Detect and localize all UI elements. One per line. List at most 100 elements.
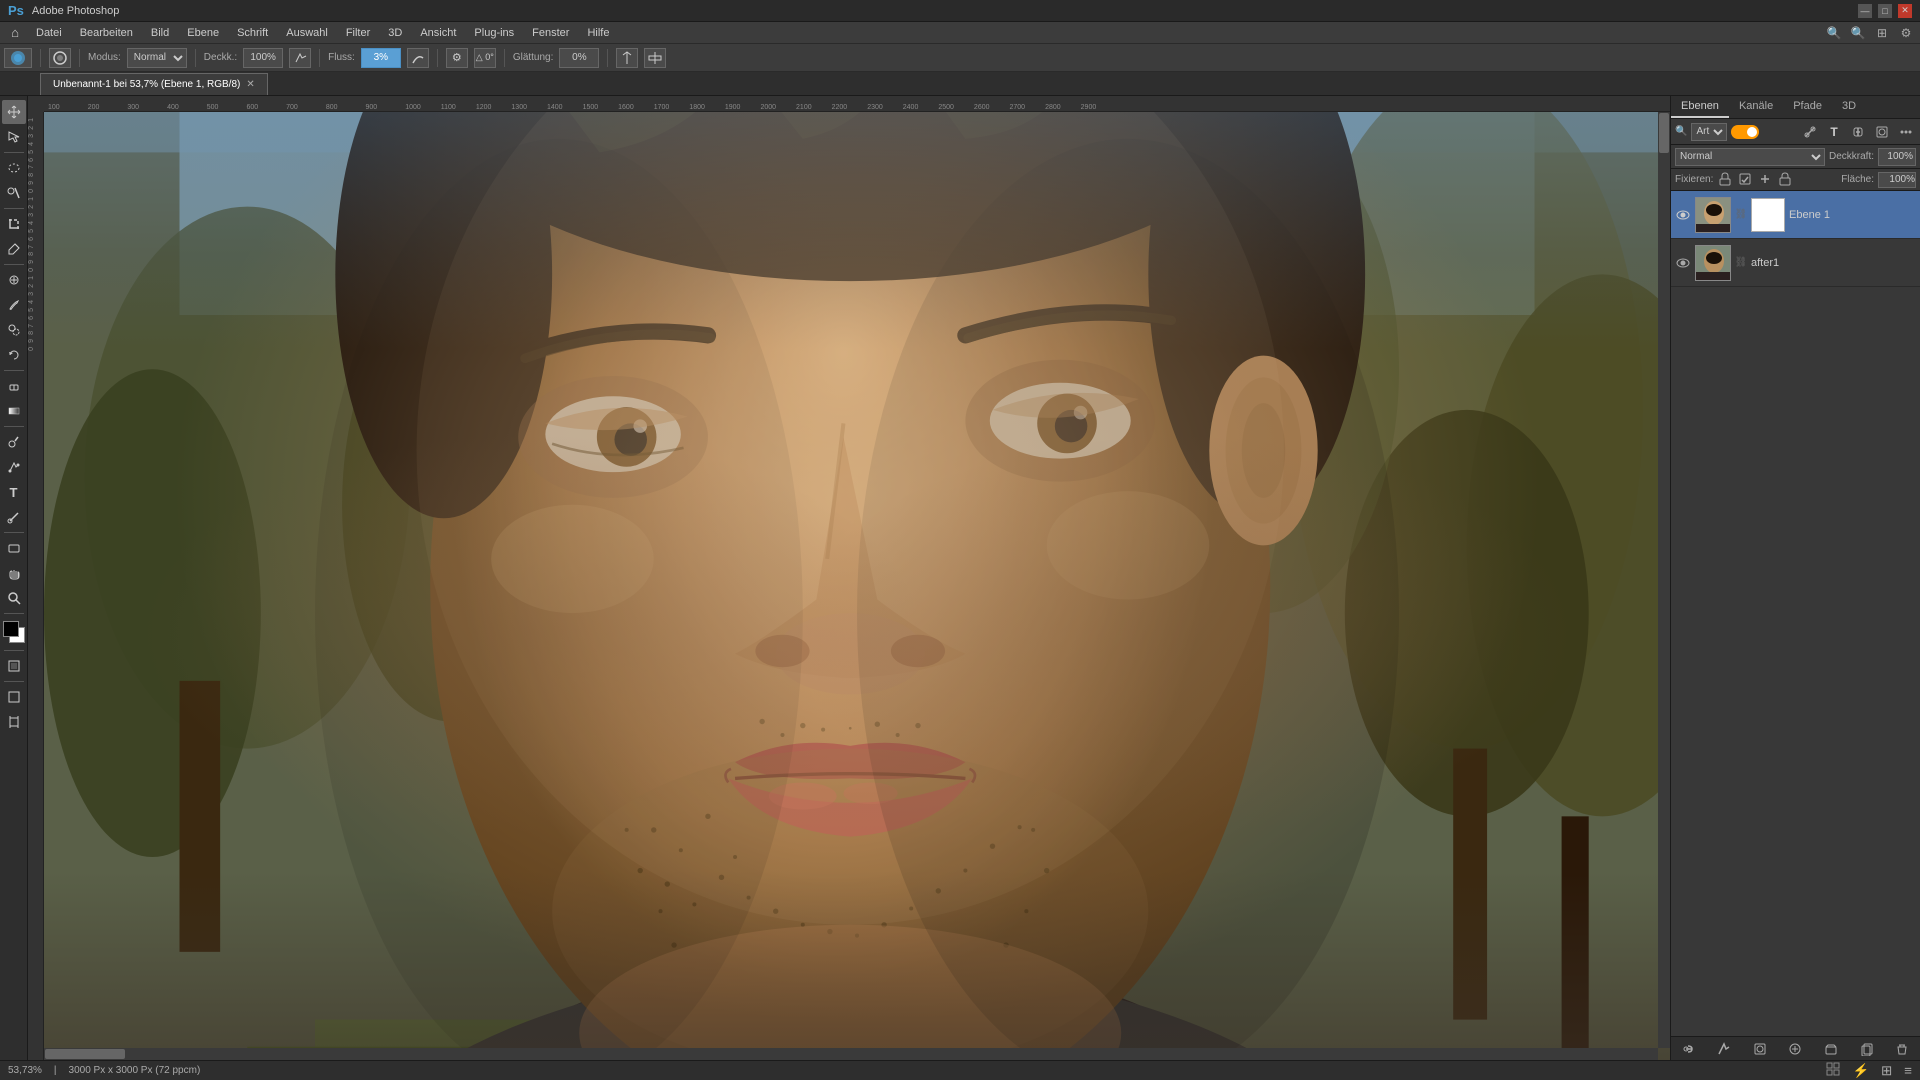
status-settings-btn[interactable] — [1826, 1062, 1840, 1079]
menu-datei[interactable]: Datei — [28, 25, 70, 41]
menu-ansicht[interactable]: Ansicht — [412, 25, 464, 41]
search-icon2[interactable]: 🔍 — [1848, 23, 1868, 43]
menu-schrift[interactable]: Schrift — [229, 25, 276, 41]
opacity-value-input[interactable] — [1878, 148, 1916, 166]
brush-tool[interactable] — [2, 293, 26, 317]
brush-shape-btn[interactable] — [49, 48, 71, 68]
mask-mode-btn[interactable] — [2, 654, 26, 678]
lock-image-btn[interactable] — [1737, 172, 1753, 188]
settings-btn2[interactable]: ⚙ — [446, 48, 468, 68]
lasso-tool[interactable] — [2, 156, 26, 180]
filter-toggle[interactable] — [1731, 125, 1759, 139]
delete-layer-btn[interactable] — [1892, 1039, 1912, 1059]
menu-fenster[interactable]: Fenster — [524, 25, 577, 41]
filter-type-select[interactable]: Art — [1691, 123, 1726, 141]
flow-input[interactable] — [361, 48, 401, 68]
hand-tool[interactable] — [2, 561, 26, 585]
layer-type-btn[interactable]: T — [1824, 122, 1844, 142]
opacity-input[interactable] — [243, 48, 283, 68]
tab-close-btn[interactable]: ✕ — [246, 79, 254, 90]
horizontal-scrollbar[interactable] — [44, 1048, 1658, 1060]
add-mask-btn[interactable] — [1750, 1039, 1770, 1059]
path-select-tool[interactable] — [2, 505, 26, 529]
screen-mode-btn[interactable] — [2, 685, 26, 709]
layer-extra-btn[interactable] — [1896, 122, 1916, 142]
layer-mask-ebene1 — [1751, 198, 1785, 232]
new-fill-layer-btn[interactable] — [1785, 1039, 1805, 1059]
extra-btn[interactable] — [644, 48, 666, 68]
close-button[interactable]: ✕ — [1898, 4, 1912, 18]
gradient-tool[interactable] — [2, 399, 26, 423]
status-separator: | — [54, 1065, 57, 1076]
status-fix-btn[interactable]: ⚡ — [1852, 1063, 1869, 1079]
layer-visibility-after1[interactable] — [1675, 255, 1691, 271]
new-group-btn[interactable] — [1821, 1039, 1841, 1059]
tab-kanale[interactable]: Kanäle — [1729, 96, 1783, 118]
move-tool[interactable] — [2, 100, 26, 124]
layer-item-after1[interactable]: ⛓ after1 — [1671, 239, 1920, 287]
tab-pfade[interactable]: Pfade — [1783, 96, 1832, 118]
tab-ebenen[interactable]: Ebenen — [1671, 96, 1729, 118]
fill-value-input[interactable] — [1878, 172, 1916, 188]
menu-filter[interactable]: Filter — [338, 25, 378, 41]
status-extra-btn[interactable]: ≡ — [1904, 1063, 1912, 1078]
lock-all-btn[interactable] — [1777, 172, 1793, 188]
eyedropper-tool[interactable] — [2, 237, 26, 261]
tool-preset-btn[interactable] — [4, 48, 32, 68]
minimize-button[interactable]: — — [1858, 4, 1872, 18]
tab-3d[interactable]: 3D — [1832, 96, 1866, 118]
smoothing-input[interactable] — [559, 48, 599, 68]
layer-link-btn[interactable] — [1848, 122, 1868, 142]
crop-tool[interactable] — [2, 212, 26, 236]
dodge-tool[interactable] — [2, 430, 26, 454]
vertical-scrollbar-thumb[interactable] — [1659, 113, 1669, 153]
lock-position-btn[interactable] — [1757, 172, 1773, 188]
menu-plugins[interactable]: Plug-ins — [466, 25, 522, 41]
mode-select[interactable]: Normal — [127, 48, 187, 68]
add-fx-btn[interactable] — [1714, 1039, 1734, 1059]
menu-hilfe[interactable]: Hilfe — [579, 25, 617, 41]
opacity-toggle-btn[interactable] — [289, 48, 311, 68]
status-arrange-btn[interactable]: ⊞ — [1881, 1063, 1892, 1079]
menu-3d[interactable]: 3D — [380, 25, 410, 41]
layer-mask-btn[interactable] — [1872, 122, 1892, 142]
settings-icon[interactable]: ⚙ — [1896, 23, 1916, 43]
angle-btn[interactable]: △ 0° — [474, 48, 496, 68]
layer-visibility-ebene1[interactable] — [1675, 207, 1691, 223]
pen-tool[interactable] — [2, 455, 26, 479]
maximize-button[interactable]: □ — [1878, 4, 1892, 18]
flow-toggle-btn[interactable] — [407, 48, 429, 68]
magic-wand-tool[interactable] — [2, 181, 26, 205]
menu-bild[interactable]: Bild — [143, 25, 177, 41]
layer-item-ebene1[interactable]: ⛓ Ebene 1 — [1671, 191, 1920, 239]
symmetry-btn[interactable] — [616, 48, 638, 68]
vertical-scrollbar[interactable] — [1658, 112, 1670, 1048]
menu-ebene[interactable]: Ebene — [179, 25, 227, 41]
clone-tool[interactable] — [2, 318, 26, 342]
lock-transparency-btn[interactable] — [1717, 172, 1733, 188]
tool-separator-6 — [4, 532, 24, 533]
menu-bearbeiten[interactable]: Bearbeiten — [72, 25, 141, 41]
document-tab[interactable]: Unbenannt-1 bei 53,7% (Ebene 1, RGB/8) ✕ — [40, 73, 268, 95]
text-tool[interactable]: T — [2, 480, 26, 504]
shape-tool[interactable] — [2, 536, 26, 560]
layer-fx-btn[interactable] — [1800, 122, 1820, 142]
flow-label: Fluss: — [328, 52, 355, 63]
history-brush-tool[interactable] — [2, 343, 26, 367]
artboard-btn[interactable] — [2, 710, 26, 734]
home-button[interactable]: ⌂ — [4, 22, 26, 44]
menu-auswahl[interactable]: Auswahl — [278, 25, 336, 41]
canvas-container[interactable] — [44, 112, 1670, 1060]
link-layers-btn[interactable] — [1679, 1039, 1699, 1059]
selection-tool[interactable] — [2, 125, 26, 149]
ruler-top: 100 200 300 400 500 600 700 800 900 1000… — [44, 96, 1670, 112]
heal-tool[interactable] — [2, 268, 26, 292]
search-icon[interactable]: 🔍 — [1824, 23, 1844, 43]
new-layer-btn[interactable] — [1857, 1039, 1877, 1059]
grid-icon[interactable]: ⊞ — [1872, 23, 1892, 43]
foreground-color-swatch[interactable] — [3, 621, 19, 637]
eraser-tool[interactable] — [2, 374, 26, 398]
horizontal-scrollbar-thumb[interactable] — [45, 1049, 125, 1059]
zoom-tool[interactable] — [2, 586, 26, 610]
blend-mode-select[interactable]: Normal — [1675, 148, 1825, 166]
